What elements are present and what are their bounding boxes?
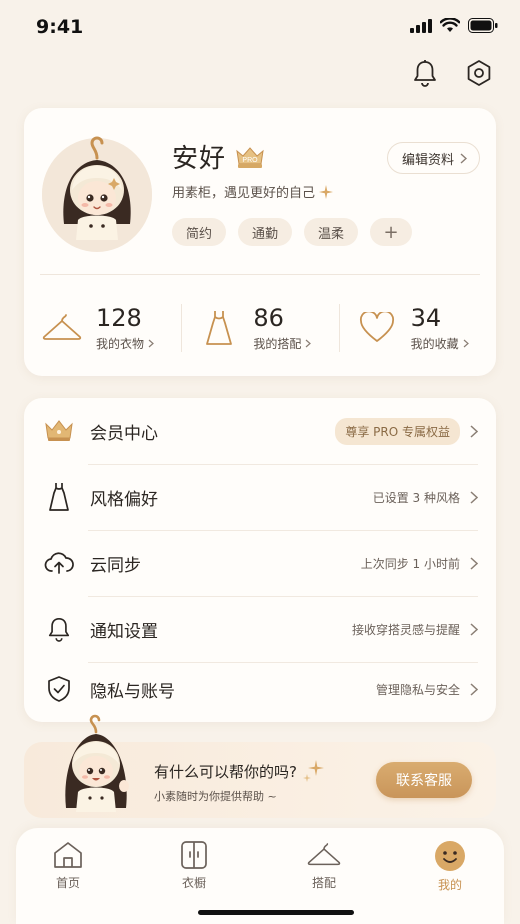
menu-label: 风格偏好 bbox=[90, 489, 158, 510]
profile-card: 安好 PRO 用素柜，遇见更好的自己 编辑资料 简约 通勤 温柔 + 128 我… bbox=[24, 108, 496, 376]
battery-icon bbox=[468, 18, 498, 33]
style-tag[interactable]: 通勤 bbox=[238, 218, 293, 246]
top-actions bbox=[410, 58, 494, 88]
dress-icon bbox=[49, 483, 69, 511]
menu-value: 已设置 3 种风格 bbox=[372, 490, 460, 505]
stat-label: 我的搭配 bbox=[253, 336, 302, 351]
divider bbox=[40, 274, 480, 275]
settings-menu: 会员中心 尊享 PRO 专属权益 风格偏好 已设置 3 种风格 云同步 上次同步… bbox=[24, 398, 496, 722]
chevron-right-icon bbox=[470, 682, 478, 696]
contact-support-button[interactable]: 联系客服 bbox=[376, 762, 472, 798]
tab-profile[interactable]: 我的 bbox=[410, 840, 490, 893]
mascot-illustration bbox=[65, 714, 129, 812]
style-tag[interactable]: 简约 bbox=[172, 218, 227, 246]
hanger-icon bbox=[42, 314, 82, 340]
heart-icon bbox=[359, 312, 394, 342]
smile-icon bbox=[435, 841, 465, 871]
user-name: 安好 bbox=[172, 144, 227, 174]
tab-bar: 首页 衣橱 搭配 我的 bbox=[16, 828, 504, 924]
bell-icon bbox=[414, 60, 436, 87]
help-title: 有什么可以帮你的吗? bbox=[154, 762, 297, 781]
cellular-signal-icon bbox=[410, 18, 432, 33]
status-icons bbox=[410, 18, 498, 33]
style-tag[interactable]: 温柔 bbox=[304, 218, 359, 246]
stat-outfits[interactable]: 86 我的搭配 bbox=[181, 298, 338, 358]
hanger-icon bbox=[307, 843, 341, 866]
settings-button[interactable] bbox=[464, 58, 494, 88]
stat-value: 86 bbox=[253, 303, 284, 332]
status-bar: 9:41 bbox=[0, 0, 520, 56]
menu-item-style-preference[interactable]: 风格偏好 已设置 3 种风格 bbox=[24, 464, 496, 530]
notification-button[interactable] bbox=[410, 58, 440, 88]
stat-label: 我的收藏 bbox=[410, 336, 459, 351]
tagline: 用素柜，遇见更好的自己 bbox=[172, 182, 334, 201]
wardrobe-icon bbox=[181, 841, 207, 869]
stat-label: 我的衣物 bbox=[96, 336, 145, 351]
settings-hexagon-icon bbox=[467, 60, 491, 86]
add-tag-button[interactable]: + bbox=[370, 218, 413, 246]
menu-label: 云同步 bbox=[90, 555, 141, 576]
dress-icon bbox=[206, 311, 233, 345]
menu-label: 通知设置 bbox=[90, 621, 158, 642]
chevron-right-icon bbox=[148, 339, 154, 347]
stat-favorites[interactable]: 34 我的收藏 bbox=[338, 298, 496, 358]
pro-crown-badge-icon: PRO bbox=[236, 146, 264, 168]
chevron-right-icon bbox=[305, 339, 312, 347]
stat-clothes[interactable]: 128 我的衣物 bbox=[24, 298, 181, 358]
home-indicator bbox=[198, 910, 354, 915]
edit-profile-button[interactable]: 编辑资料 bbox=[386, 142, 480, 174]
pro-badge-text: PRO bbox=[242, 157, 258, 164]
menu-label: 会员中心 bbox=[90, 423, 158, 444]
menu-item-membership[interactable]: 会员中心 尊享 PRO 专属权益 bbox=[24, 398, 496, 464]
chevron-right-icon bbox=[463, 339, 469, 347]
home-icon bbox=[54, 842, 82, 868]
help-subtitle: 小素随时为你提供帮助 ~ bbox=[154, 790, 277, 803]
help-card: 有什么可以帮你的吗? 小素随时为你提供帮助 ~ 联系客服 bbox=[24, 714, 496, 818]
bell-icon bbox=[48, 618, 70, 642]
menu-value: 管理隐私与安全 bbox=[375, 682, 460, 697]
chevron-right-icon bbox=[470, 490, 478, 504]
tab-label: 我的 bbox=[437, 878, 462, 892]
sparkle-icon bbox=[302, 760, 324, 782]
tab-label: 首页 bbox=[55, 876, 80, 890]
status-time: 9:41 bbox=[36, 16, 84, 38]
menu-value: 上次同步 1 小时前 bbox=[360, 556, 460, 571]
wifi-icon bbox=[440, 18, 460, 32]
name-row: 安好 PRO bbox=[172, 138, 266, 175]
edit-profile-label: 编辑资料 bbox=[401, 152, 454, 168]
chevron-right-icon bbox=[470, 424, 478, 438]
stat-value: 34 bbox=[410, 303, 442, 332]
membership-pill: 尊享 PRO 专属权益 bbox=[335, 417, 460, 445]
tagline-text: 用素柜，遇见更好的自己 bbox=[172, 186, 316, 201]
avatar-illustration bbox=[42, 136, 152, 249]
chevron-right-icon bbox=[470, 622, 478, 636]
menu-value: 接收穿搭灵感与提醒 bbox=[351, 622, 460, 637]
avatar[interactable] bbox=[42, 136, 152, 252]
tab-home[interactable]: 首页 bbox=[28, 840, 108, 891]
chevron-right-icon bbox=[470, 556, 478, 570]
shield-check-icon bbox=[48, 676, 70, 702]
menu-item-notifications[interactable]: 通知设置 接收穿搭灵感与提醒 bbox=[24, 596, 496, 662]
chevron-right-icon bbox=[460, 152, 467, 164]
tab-label: 衣橱 bbox=[181, 876, 206, 890]
stats-row: 128 我的衣物 86 我的搭配 34 我的收藏 bbox=[24, 298, 496, 358]
menu-item-cloud-sync[interactable]: 云同步 上次同步 1 小时前 bbox=[24, 530, 496, 596]
tab-wardrobe[interactable]: 衣橱 bbox=[154, 840, 234, 891]
crown-icon bbox=[45, 420, 73, 441]
tab-outfits[interactable]: 搭配 bbox=[284, 840, 364, 891]
sparkle-icon bbox=[319, 184, 334, 199]
stat-value: 128 bbox=[96, 303, 142, 332]
tab-label: 搭配 bbox=[311, 876, 336, 890]
cloud-upload-icon bbox=[44, 552, 74, 574]
help-title-row: 有什么可以帮你的吗? bbox=[154, 760, 325, 782]
style-tags: 简约 通勤 温柔 + bbox=[172, 218, 413, 246]
menu-label: 隐私与账号 bbox=[90, 681, 175, 702]
